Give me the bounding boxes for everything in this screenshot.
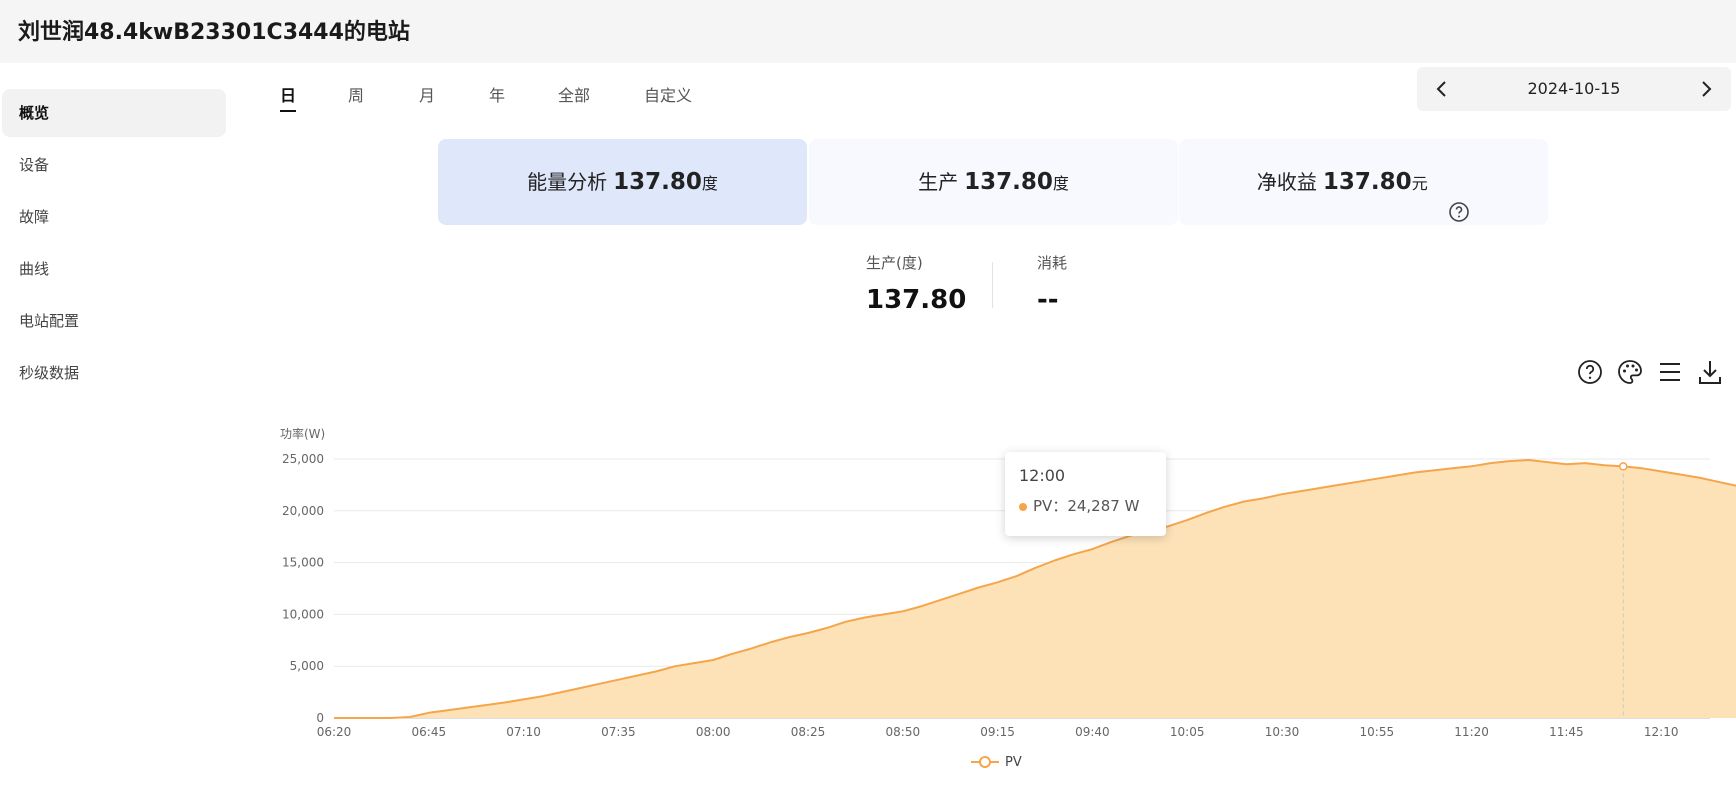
tooltip-time: 12:00 xyxy=(1019,466,1066,485)
date-picker: 2024-10-15 xyxy=(1417,67,1731,111)
stats-divider xyxy=(992,262,993,308)
sidebar: 概览 设备 故障 曲线 电站配置 秒级数据 xyxy=(0,89,228,401)
card-value: 137.80 xyxy=(1322,169,1412,195)
tab-day[interactable]: 日 xyxy=(280,82,297,112)
chevron-right-icon[interactable] xyxy=(1695,78,1717,100)
x-tick-label: 10:05 xyxy=(1170,725,1205,739)
card-production[interactable]: 生产 137.80度 xyxy=(809,139,1178,225)
x-tick-label: 11:45 xyxy=(1549,725,1584,739)
palette-icon[interactable] xyxy=(1616,358,1644,386)
x-tick-label: 11:20 xyxy=(1454,725,1489,739)
card-value: 137.80 xyxy=(964,169,1053,195)
card-label: 生产 xyxy=(918,170,959,194)
x-tick-label: 10:30 xyxy=(1265,725,1300,739)
y-tick-label: 5,000 xyxy=(290,659,324,673)
sidebar-item-station-config[interactable]: 电站配置 xyxy=(2,297,226,345)
y-tick-label: 0 xyxy=(316,711,324,725)
x-tick-label: 08:50 xyxy=(886,725,921,739)
help-circle-icon[interactable] xyxy=(1576,358,1604,386)
tab-week[interactable]: 周 xyxy=(348,82,364,106)
card-label: 净收益 xyxy=(1256,170,1317,194)
x-tick-label: 08:25 xyxy=(791,725,826,739)
download-icon[interactable] xyxy=(1696,358,1724,386)
tab-month[interactable]: 月 xyxy=(419,82,435,106)
stat-production-value: 137.80 xyxy=(866,285,967,315)
x-tick-label: 12:10 xyxy=(1644,725,1679,739)
card-unit: 度 xyxy=(1052,174,1069,193)
stat-consumption-label: 消耗 xyxy=(1037,254,1068,272)
chart-tooltip: 12:00 PV：24,287 W xyxy=(1005,452,1166,536)
card-value: 137.80 xyxy=(613,169,702,195)
x-tick-label: 07:10 xyxy=(506,725,541,739)
sidebar-item-second-data[interactable]: 秒级数据 xyxy=(2,349,226,397)
x-tick-label: 09:40 xyxy=(1075,725,1110,739)
x-tick-label: 08:00 xyxy=(696,725,731,739)
card-unit: 度 xyxy=(701,174,718,193)
y-axis-label: 功率(W) xyxy=(280,426,325,441)
sidebar-item-curves[interactable]: 曲线 xyxy=(2,245,226,293)
x-tick-label: 09:15 xyxy=(980,725,1015,739)
card-unit: 元 xyxy=(1411,174,1428,193)
x-tick-label: 07:35 xyxy=(601,725,636,739)
tooltip-series: PV xyxy=(1033,497,1053,515)
tab-custom[interactable]: 自定义 xyxy=(644,82,692,106)
chevron-left-icon[interactable] xyxy=(1431,78,1453,100)
tab-all[interactable]: 全部 xyxy=(558,82,590,106)
sidebar-item-devices[interactable]: 设备 xyxy=(2,141,226,189)
tooltip-value: 24,287 W xyxy=(1067,497,1140,515)
x-tick-label: 06:20 xyxy=(317,725,352,739)
y-tick-label: 20,000 xyxy=(282,504,324,518)
y-tick-label: 10,000 xyxy=(282,607,324,621)
tab-year[interactable]: 年 xyxy=(489,82,505,106)
page-title: 刘世润48.4kwB23301C3444的电站 xyxy=(18,20,410,45)
y-tick-label: 25,000 xyxy=(282,452,324,466)
card-energy-analysis[interactable]: 能量分析 137.80度 xyxy=(438,139,807,225)
legend-label-pv: PV xyxy=(1005,755,1022,770)
top-bar: 刘世润48.4kwB23301C3444的电站 xyxy=(0,0,1736,63)
tooltip-row: PV：24,287 W xyxy=(1019,495,1166,516)
stat-production-label: 生产(度) xyxy=(866,254,923,272)
date-value[interactable]: 2024-10-15 xyxy=(1477,79,1671,98)
series-dot-icon xyxy=(1019,502,1027,511)
stat-production: 生产(度) 137.80 xyxy=(866,252,966,315)
tooltip-sep: ： xyxy=(1052,497,1068,515)
power-area-chart[interactable]: 0 5,000 10,000 15,000 20,000 25,000 功率(W) 06:20… xyxy=(260,414,1736,799)
stat-consumption: 消耗 -- xyxy=(1037,252,1067,315)
x-tick-label: 06:45 xyxy=(412,725,447,739)
card-label: 能量分析 xyxy=(527,170,608,194)
card-net-income[interactable]: 净收益 137.80元 xyxy=(1179,139,1548,225)
hover-point xyxy=(1619,462,1628,471)
sidebar-item-overview[interactable]: 概览 xyxy=(2,89,226,137)
y-tick-label: 15,000 xyxy=(282,556,324,570)
help-circle-icon[interactable] xyxy=(1448,173,1470,222)
sidebar-item-faults[interactable]: 故障 xyxy=(2,193,226,241)
legend-marker xyxy=(979,756,991,768)
x-tick-label: 10:55 xyxy=(1360,725,1395,739)
list-icon[interactable] xyxy=(1656,358,1684,386)
summary-cards: 能量分析 137.80度 生产 137.80度 净收益 137.80元 xyxy=(438,139,1548,225)
stat-consumption-value: -- xyxy=(1037,285,1059,315)
